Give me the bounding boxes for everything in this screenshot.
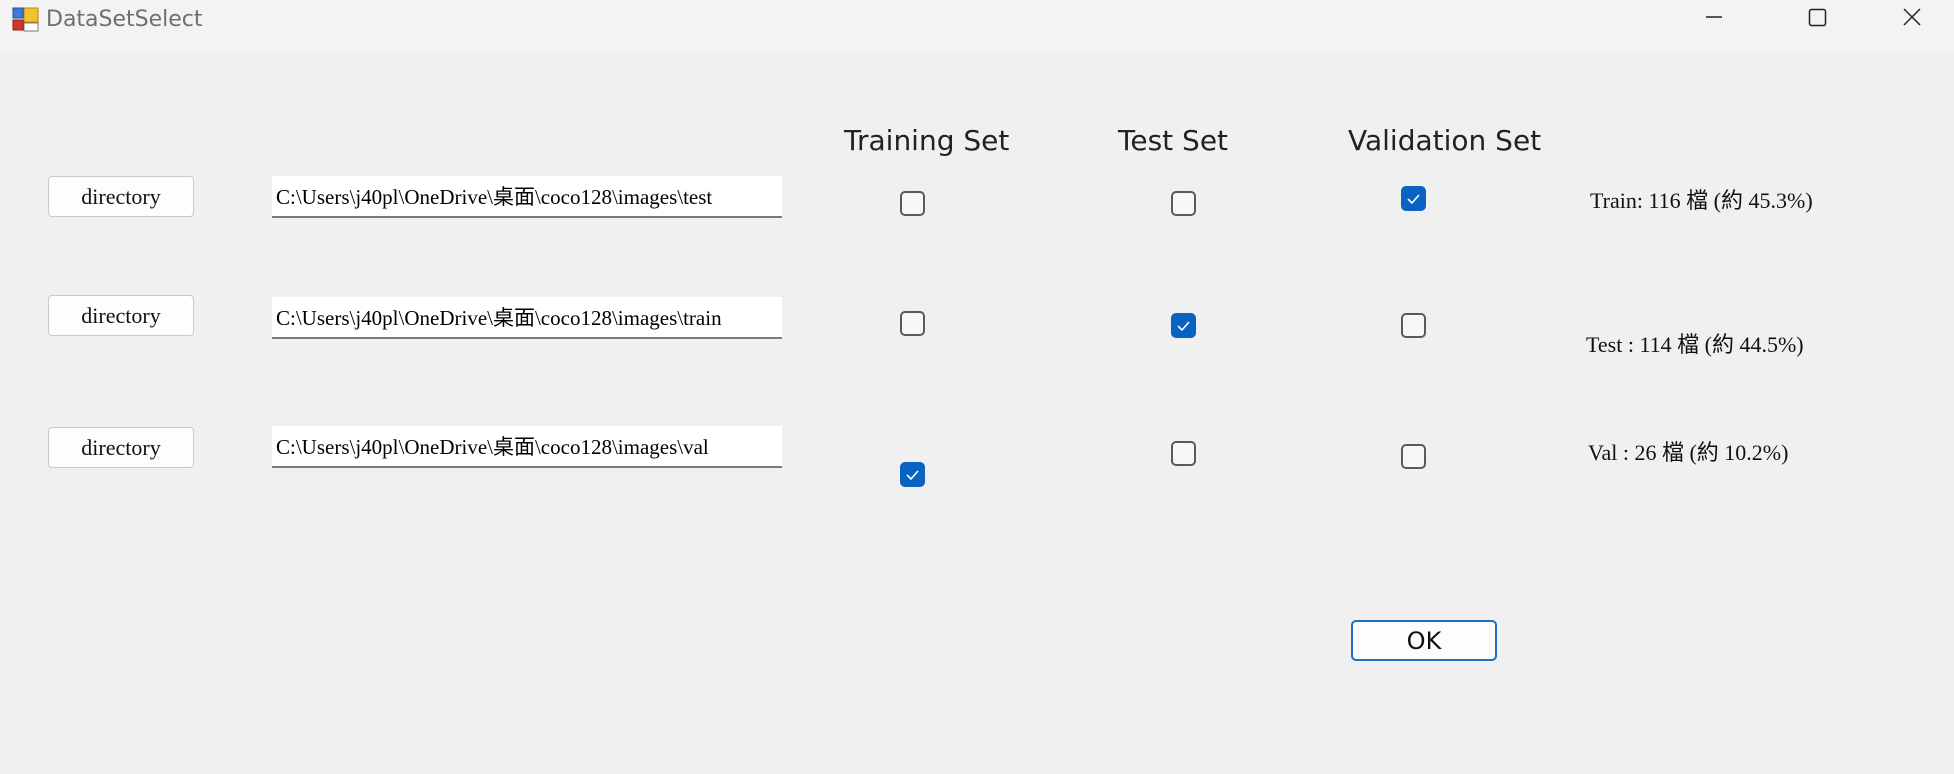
test-count-label: Test : 114 檔 (約 44.5%): [1586, 332, 1804, 357]
training-checkbox-3[interactable]: [900, 462, 925, 487]
app-icon: [12, 7, 39, 32]
path-field-2[interactable]: C:\Users\j40pl\OneDrive\桌面\coco128\image…: [272, 297, 782, 339]
checkmark-icon: [1407, 194, 1420, 205]
title-bar[interactable]: DataSetSelect: [0, 0, 1954, 50]
dataset-select-window: DataSetSelect Training Set Test Set Vali…: [0, 0, 1954, 774]
validation-checkbox-3[interactable]: [1401, 444, 1426, 469]
training-checkbox-2[interactable]: [900, 311, 925, 336]
close-icon: [1903, 8, 1921, 26]
path-field-1[interactable]: C:\Users\j40pl\OneDrive\桌面\coco128\image…: [272, 176, 782, 218]
window-title: DataSetSelect: [46, 7, 203, 32]
header-validation-set: Validation Set: [1348, 124, 1542, 157]
val-count-label: Val : 26 檔 (約 10.2%): [1588, 440, 1789, 465]
maximize-icon: [1808, 8, 1827, 27]
test-checkbox-1[interactable]: [1171, 191, 1196, 216]
ok-button[interactable]: OK: [1351, 620, 1497, 661]
test-checkbox-3[interactable]: [1171, 441, 1196, 466]
path-field-3[interactable]: C:\Users\j40pl\OneDrive\桌面\coco128\image…: [272, 426, 782, 468]
maximize-button[interactable]: [1782, 0, 1862, 40]
checkmark-icon: [1177, 321, 1190, 332]
train-count-label: Train: 116 檔 (約 45.3%): [1590, 188, 1813, 213]
header-test-set: Test Set: [1118, 124, 1229, 157]
test-checkbox-2[interactable]: [1171, 313, 1196, 338]
validation-checkbox-1[interactable]: [1401, 186, 1426, 211]
checkmark-icon: [906, 470, 919, 481]
validation-checkbox-2[interactable]: [1401, 313, 1426, 338]
header-training-set: Training Set: [844, 124, 1010, 157]
training-checkbox-1[interactable]: [900, 191, 925, 216]
minimize-button[interactable]: [1678, 0, 1758, 40]
directory-button-1[interactable]: directory: [48, 176, 194, 217]
close-button[interactable]: [1874, 0, 1954, 40]
directory-button-3[interactable]: directory: [48, 427, 194, 468]
minimize-icon: [1706, 16, 1722, 18]
directory-button-2[interactable]: directory: [48, 295, 194, 336]
